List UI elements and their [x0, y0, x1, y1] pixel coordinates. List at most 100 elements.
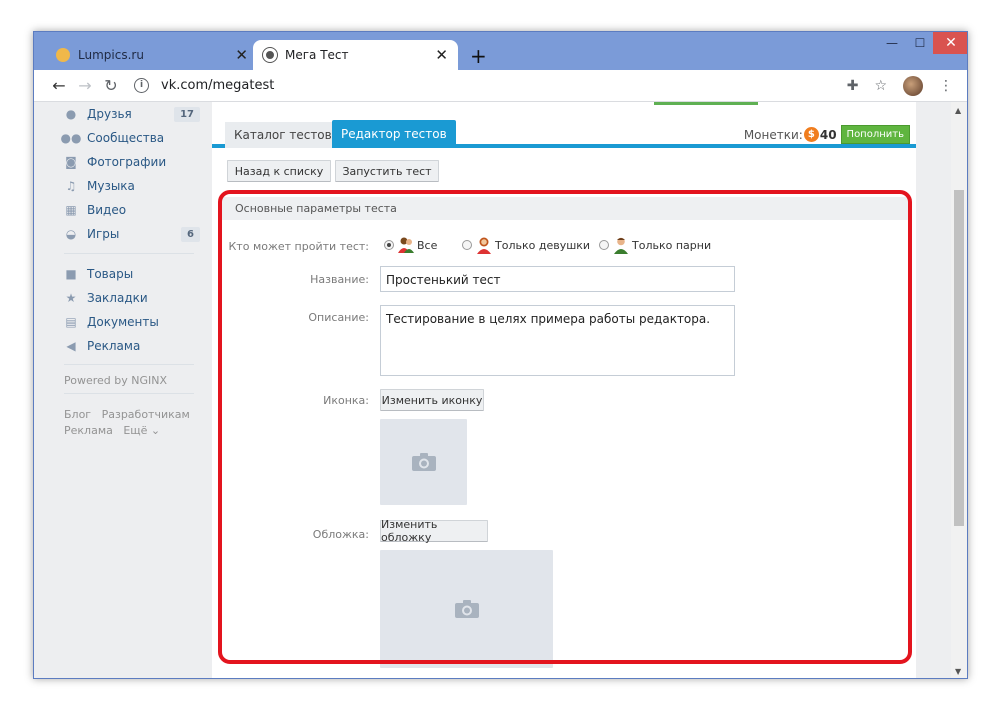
sidebar-item-label: Видео: [87, 203, 127, 217]
radio-boys[interactable]: Только парни: [599, 236, 711, 254]
tab-mega-test[interactable]: Мега Тест ✕: [253, 40, 458, 70]
app-tabs: Каталог тестов Редактор тестов Монетки: …: [212, 120, 916, 148]
change-cover-button[interactable]: Изменить обложку: [380, 518, 488, 544]
sidebar-item-video[interactable]: ▦ Видео: [64, 200, 200, 220]
footer-link-more[interactable]: Ещё ⌄: [123, 424, 160, 437]
vertical-scrollbar[interactable]: ▲ ▼: [951, 102, 967, 678]
people-icon: ●●: [60, 131, 82, 145]
settings-section: Основные параметры теста Кто может пройт…: [219, 197, 909, 678]
footer-link-ads[interactable]: Реклама: [64, 424, 113, 437]
maximize-button[interactable]: ☐: [907, 32, 933, 54]
sidebar-item-documents[interactable]: ▤ Документы: [64, 312, 200, 332]
name-label: Название:: [310, 273, 369, 286]
radio-girls[interactable]: Только девушки: [462, 236, 590, 254]
sidebar-item-label: Фотографии: [87, 155, 167, 169]
radio-all[interactable]: Все: [384, 236, 437, 254]
scroll-down-icon[interactable]: ▼: [955, 667, 961, 676]
sidebar-item-ads[interactable]: ◀ Реклама: [64, 336, 200, 356]
change-icon-button[interactable]: Изменить иконку: [380, 389, 484, 411]
browser-toolbar: ← → ↻ i vk.com/megatest ✚ ☆ ⋮: [34, 70, 967, 102]
sidebar-item-label: Сообщества: [87, 131, 165, 145]
sidebar-item-label: Документы: [87, 315, 159, 329]
radio-button[interactable]: [462, 240, 472, 250]
count-badge: 6: [181, 226, 200, 242]
coins-value: 40: [819, 127, 837, 142]
browser-window: Lumpics.ru ✕ Мега Тест ✕ + — ☐ ✕ ← → ↻ i…: [33, 31, 968, 679]
close-window-button[interactable]: ✕: [933, 32, 967, 54]
female-icon: [477, 237, 491, 254]
menu-divider: [64, 253, 194, 254]
tab-catalog[interactable]: Каталог тестов: [225, 122, 341, 148]
person-icon: ●: [65, 107, 77, 121]
camera-icon: [411, 453, 436, 471]
icon-placeholder[interactable]: [380, 419, 467, 505]
camera-icon: [454, 600, 479, 618]
description-textarea[interactable]: Тестирование в целях примера работы реда…: [380, 305, 735, 376]
cover-label: Обложка:: [312, 528, 369, 541]
back-to-list-button[interactable]: Назад к списку: [227, 160, 331, 182]
coins-panel: Монетки: $ 40 Пополнить: [744, 125, 910, 144]
name-input[interactable]: Простенький тест: [380, 266, 735, 292]
tab-editor[interactable]: Редактор тестов: [332, 120, 456, 148]
camera-icon: ◙: [65, 155, 77, 169]
star-icon: ★: [65, 291, 77, 305]
sidebar-item-music[interactable]: ♫ Музыка: [64, 176, 200, 196]
sidebar-item-communities[interactable]: ●● Сообщества: [60, 128, 200, 148]
profile-avatar[interactable]: [903, 75, 923, 96]
reload-icon[interactable]: ↻: [98, 76, 124, 95]
close-tab-icon[interactable]: ✕: [235, 46, 248, 64]
powered-by-text: Powered by NGINX: [64, 374, 168, 387]
menu-divider: [64, 393, 194, 394]
who-label: Кто может пройти тест:: [228, 240, 370, 253]
forward-icon[interactable]: →: [72, 76, 98, 95]
footer-links: Реклама Ещё ⌄: [64, 424, 160, 437]
scroll-up-icon[interactable]: ▲: [955, 106, 961, 115]
coin-icon: $: [803, 127, 819, 142]
new-tab-button[interactable]: +: [470, 44, 487, 68]
site-info-icon[interactable]: i: [134, 78, 149, 93]
tab-title: Lumpics.ru: [78, 48, 144, 62]
sidebar-item-friends[interactable]: ● Друзья 17: [64, 104, 200, 124]
music-icon: ♫: [65, 179, 77, 193]
description-label: Описание:: [308, 311, 369, 324]
megaphone-icon: ◀: [66, 339, 76, 353]
page-content: ● Друзья 17 ●● Сообщества ◙ Фотографии ♫…: [34, 102, 953, 678]
footer-links: Блог Разработчикам: [64, 408, 190, 421]
close-tab-icon[interactable]: ✕: [435, 46, 448, 64]
minimize-button[interactable]: —: [877, 32, 907, 54]
url-text: vk.com/megatest: [161, 78, 275, 93]
sidebar-item-games[interactable]: ◒ Игры 6: [64, 224, 200, 244]
tab-lumpics[interactable]: Lumpics.ru ✕: [46, 40, 258, 70]
footer-link-blog[interactable]: Блог: [64, 408, 91, 421]
tab-strip: Lumpics.ru ✕ Мега Тест ✕ + — ☐ ✕: [34, 32, 967, 70]
back-icon[interactable]: ←: [46, 76, 72, 95]
scrollbar-thumb[interactable]: [954, 190, 964, 526]
radio-button[interactable]: [384, 240, 394, 250]
radio-label: Только парни: [632, 238, 712, 252]
refill-button[interactable]: Пополнить: [840, 125, 910, 144]
sidebar-item-photos[interactable]: ◙ Фотографии: [64, 152, 200, 172]
extension-icon[interactable]: ✚: [847, 78, 859, 94]
radio-button[interactable]: [599, 240, 609, 250]
radio-label: Все: [417, 238, 438, 252]
menu-divider: [64, 364, 194, 365]
bookmark-star-icon[interactable]: ☆: [874, 78, 887, 94]
sidebar-item-label: Игры: [87, 227, 120, 241]
icon-label: Иконка:: [323, 394, 369, 407]
footer-link-developers[interactable]: Разработчикам: [102, 408, 190, 421]
lumpics-favicon-icon: [56, 48, 70, 62]
count-badge: 17: [174, 106, 200, 122]
sidebar-item-label: Закладки: [87, 291, 148, 305]
sidebar-item-label: Друзья: [87, 107, 132, 121]
document-icon: ▤: [65, 315, 77, 329]
menu-dots-icon[interactable]: ⋮: [939, 78, 953, 94]
gamepad-icon: ◒: [65, 227, 77, 241]
sidebar-item-label: Музыка: [87, 179, 135, 193]
address-bar[interactable]: i vk.com/megatest: [134, 74, 824, 98]
sidebar-item-bookmarks[interactable]: ★ Закладки: [64, 288, 200, 308]
male-icon: [614, 237, 628, 254]
tab-title: Мега Тест: [285, 48, 349, 62]
cover-placeholder[interactable]: [380, 550, 553, 668]
sidebar-item-goods[interactable]: ■ Товары: [64, 264, 200, 284]
run-test-button[interactable]: Запустить тест: [335, 160, 439, 182]
